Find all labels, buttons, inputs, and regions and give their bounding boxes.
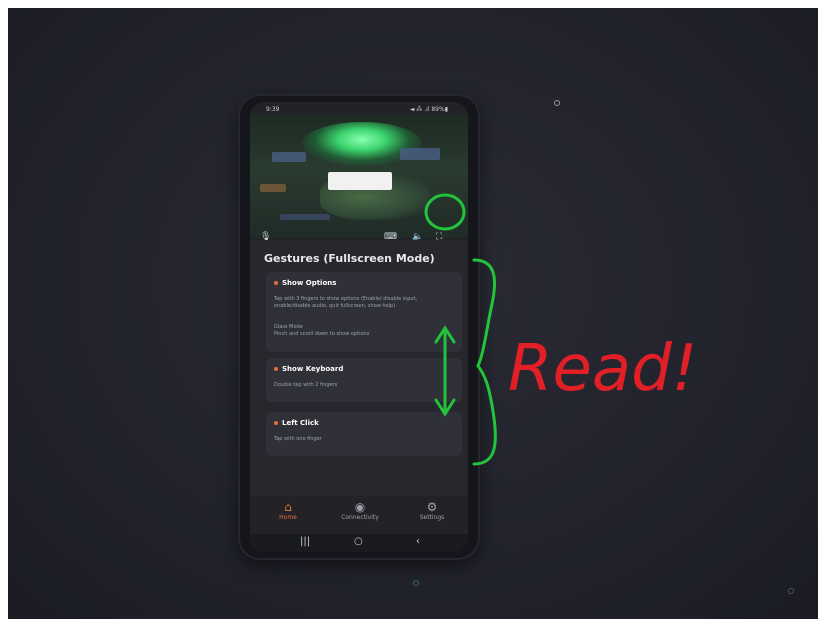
photo-background: 🎙 ⌨ 🔈 ⛶ 9:39 ◄ ⁂ .ıl 89%▮ Gestures (Full… [8,8,818,619]
handwritten-annotations: Read! [424,193,697,466]
annotation-circle [424,193,466,231]
handwritten-text: Read! [508,332,697,406]
annotation-brace [472,258,497,466]
